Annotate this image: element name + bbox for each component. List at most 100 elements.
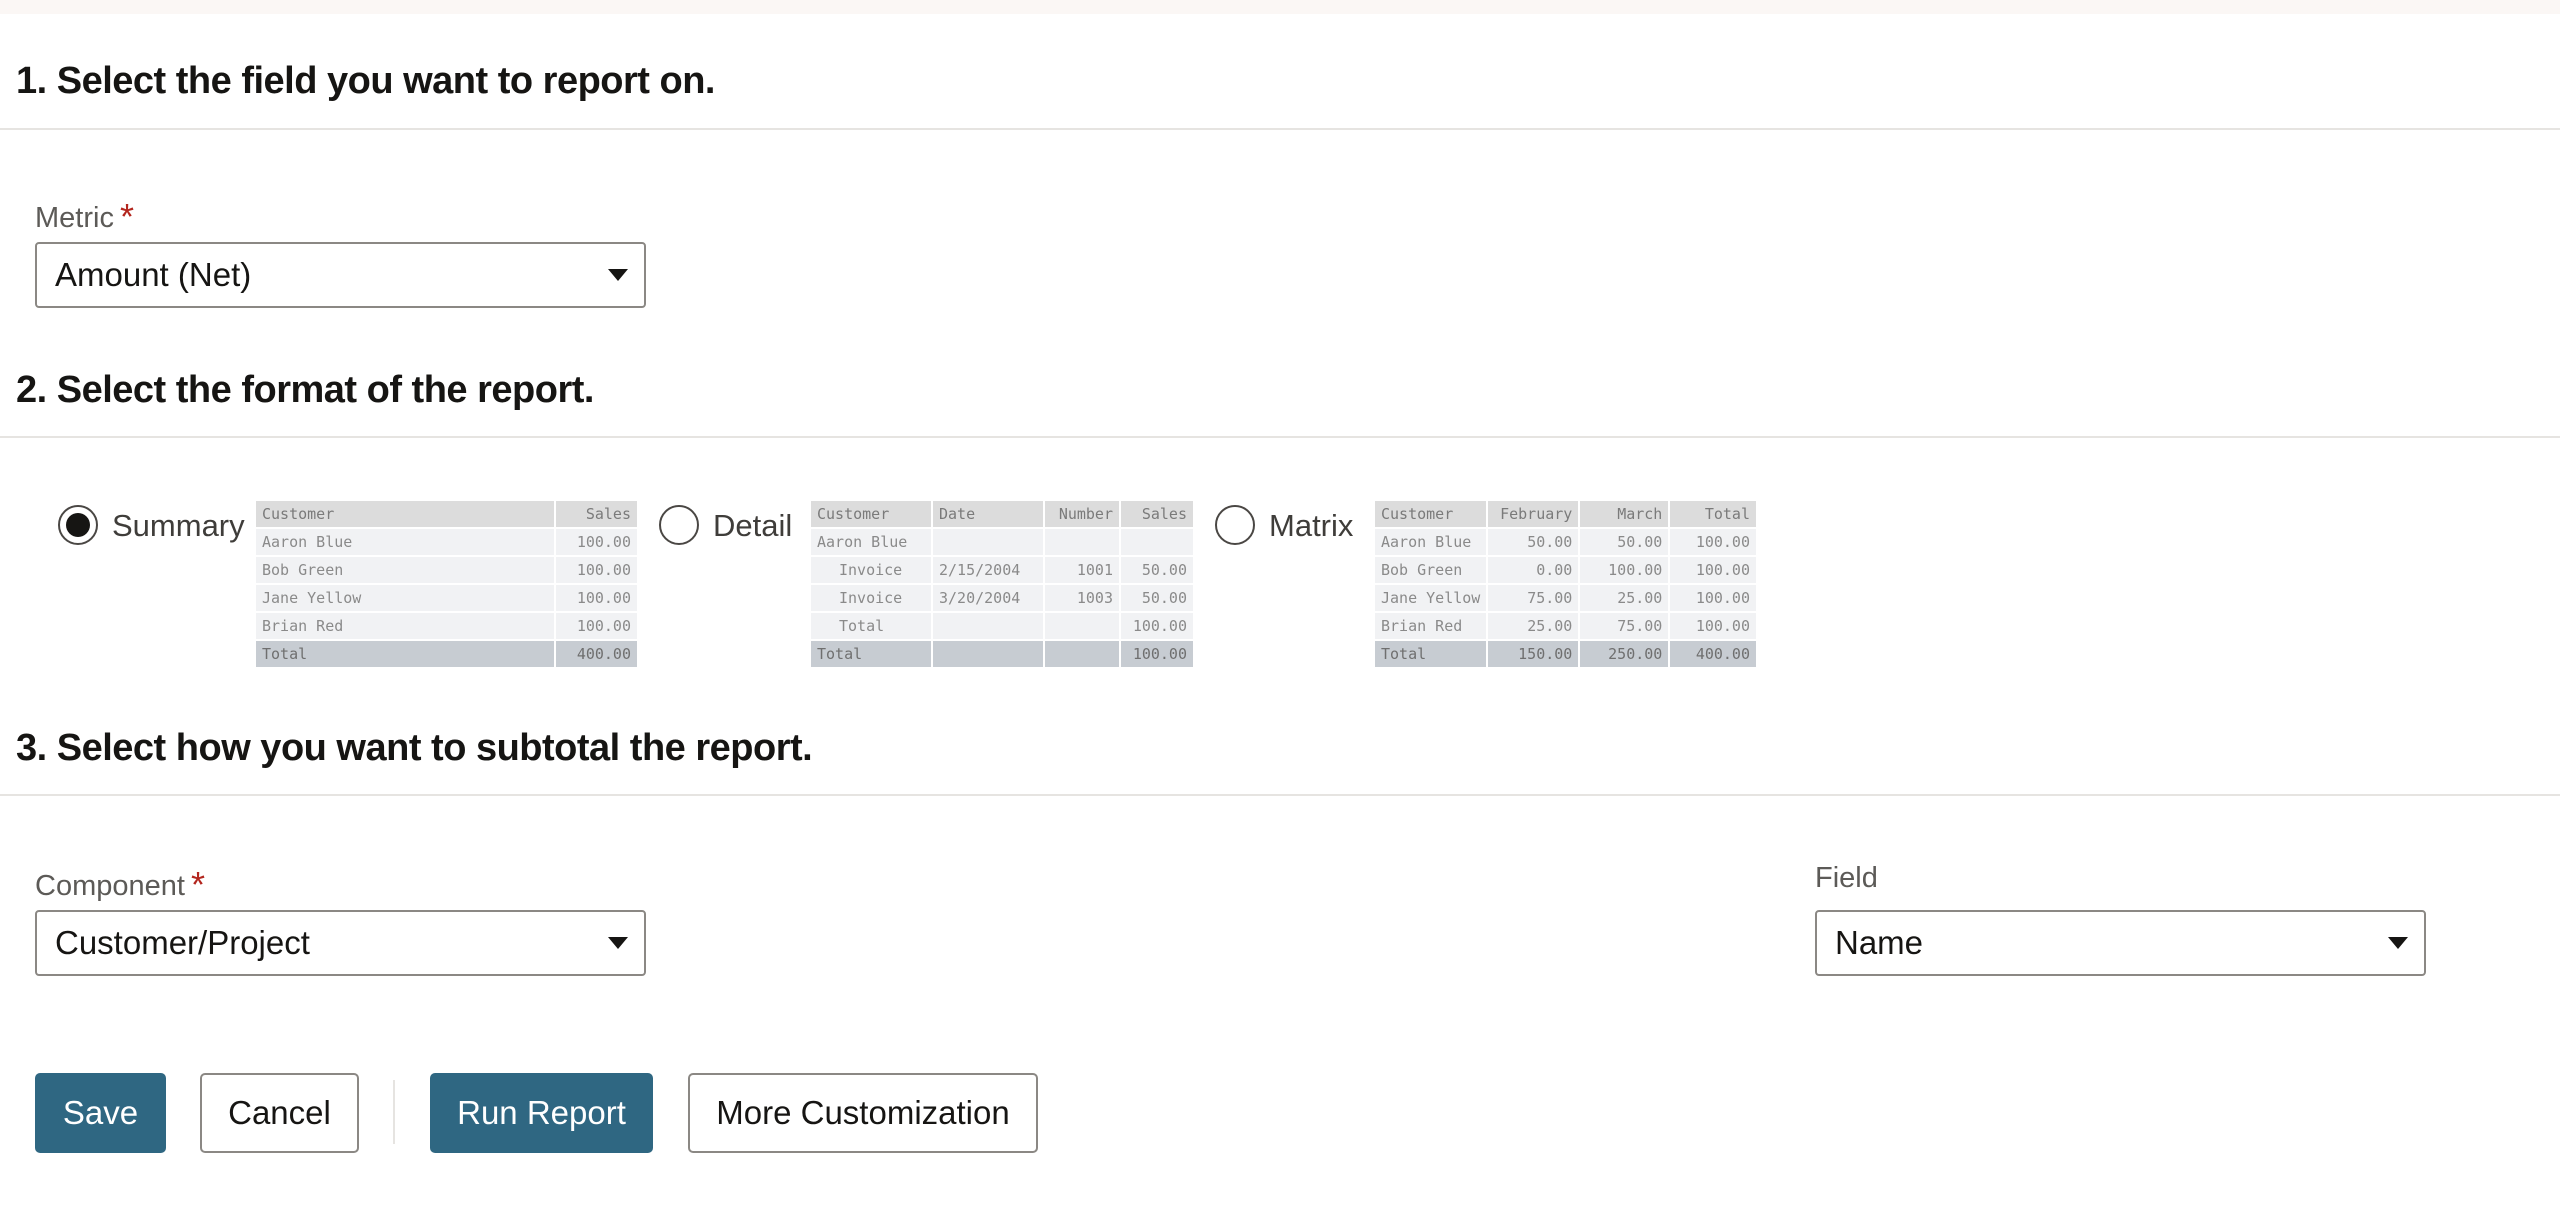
component-select[interactable]: Customer/Project — [35, 910, 646, 976]
table-cell — [1119, 527, 1195, 557]
table-row: Jane Yellow 100.00 — [254, 583, 639, 613]
table-cell: Bob Green — [1372, 555, 1489, 585]
table-cell: Date — [931, 499, 1045, 529]
table-row: Aaron Blue — [809, 527, 1195, 557]
table-cell: Jane Yellow — [1372, 583, 1489, 613]
table-cell: 0.00 — [1486, 555, 1581, 585]
table-cell: Customer — [254, 499, 556, 529]
table-row: Bob Green 0.00 100.00 100.00 — [1372, 555, 1758, 585]
table-row: Invoice 2/15/2004 1001 50.00 — [809, 555, 1195, 585]
cancel-button[interactable]: Cancel — [200, 1073, 359, 1153]
table-cell — [1043, 639, 1121, 669]
table-cell: Customer — [809, 499, 933, 529]
table-cell: 100.00 — [1668, 583, 1758, 613]
more-customization-button[interactable]: More Customization — [688, 1073, 1038, 1153]
table-cell: 3/20/2004 — [931, 583, 1045, 613]
table-cell: 50.00 — [1486, 527, 1581, 557]
component-label-text: Component — [35, 870, 185, 902]
table-cell: 25.00 — [1578, 583, 1671, 613]
component-select-value: Customer/Project — [55, 924, 310, 961]
table-cell: Aaron Blue — [809, 527, 933, 557]
table-cell: Brian Red — [1372, 611, 1489, 641]
table-cell: Invoice — [809, 555, 933, 585]
table-total-row: Total 150.00 250.00 400.00 — [1372, 639, 1758, 669]
table-cell: February — [1486, 499, 1581, 529]
table-row: Total 100.00 — [809, 611, 1195, 641]
table-cell: 50.00 — [1119, 555, 1195, 585]
table-cell: 1003 — [1043, 583, 1121, 613]
section-3-title: 3. Select how you want to subtotal the r… — [16, 727, 813, 769]
table-cell: 400.00 — [1668, 639, 1758, 669]
table-row: Brian Red 25.00 75.00 100.00 — [1372, 611, 1758, 641]
metric-select-value: Amount (Net) — [55, 256, 252, 293]
table-cell: Jane Yellow — [254, 583, 556, 613]
table-cell — [1043, 611, 1121, 641]
metric-label-text: Metric — [35, 202, 114, 234]
field-label: Field — [1815, 862, 1878, 895]
table-cell: 50.00 — [1578, 527, 1671, 557]
table-cell: 75.00 — [1486, 583, 1581, 613]
table-row: Bob Green 100.00 — [254, 555, 639, 585]
detail-radio-label[interactable]: Detail — [713, 508, 792, 544]
metric-select[interactable]: Amount (Net) — [35, 242, 646, 308]
chevron-down-icon — [608, 937, 628, 949]
section-1-divider — [0, 128, 2560, 130]
field-select-value: Name — [1835, 924, 1924, 961]
table-cell: Total — [1668, 499, 1758, 529]
table-row: Brian Red 100.00 — [254, 611, 639, 641]
component-required-asterisk: * — [190, 864, 205, 905]
table-cell: Sales — [1119, 499, 1195, 529]
table-cell — [931, 527, 1045, 557]
detail-radio[interactable] — [659, 505, 699, 545]
component-label: Component * — [35, 862, 205, 905]
table-row: Customer Sales — [254, 499, 639, 529]
table-cell: 1001 — [1043, 555, 1121, 585]
table-cell: 400.00 — [554, 639, 639, 669]
metric-required-asterisk: * — [119, 196, 134, 237]
table-cell: Aaron Blue — [1372, 527, 1489, 557]
table-cell: 100.00 — [554, 583, 639, 613]
metric-label: Metric * — [35, 194, 134, 237]
table-cell: Total — [1372, 639, 1489, 669]
table-cell: Total — [809, 611, 933, 641]
summary-radio-label[interactable]: Summary — [112, 508, 245, 544]
table-row: Customer Date Number Sales — [809, 499, 1195, 529]
table-cell: 75.00 — [1578, 611, 1671, 641]
table-cell: March — [1578, 499, 1671, 529]
section-2-divider — [0, 436, 2560, 438]
matrix-radio-label[interactable]: Matrix — [1269, 508, 1353, 544]
table-row: Customer February March Total — [1372, 499, 1758, 529]
table-cell: Sales — [554, 499, 639, 529]
save-button[interactable]: Save — [35, 1073, 166, 1153]
summary-radio[interactable] — [58, 505, 98, 545]
detail-sample-table: Customer Date Number Sales Aaron Blue In… — [809, 499, 1195, 669]
table-cell: Number — [1043, 499, 1121, 529]
table-cell — [1043, 527, 1121, 557]
table-cell: Customer — [1372, 499, 1489, 529]
table-cell: 25.00 — [1486, 611, 1581, 641]
table-row: Aaron Blue 100.00 — [254, 527, 639, 557]
table-row: Jane Yellow 75.00 25.00 100.00 — [1372, 583, 1758, 613]
table-cell: 2/15/2004 — [931, 555, 1045, 585]
run-report-button[interactable]: Run Report — [430, 1073, 653, 1153]
table-cell: Aaron Blue — [254, 527, 556, 557]
table-cell: 100.00 — [1668, 527, 1758, 557]
table-cell: 100.00 — [1668, 611, 1758, 641]
table-cell: 100.00 — [554, 555, 639, 585]
table-cell: 100.00 — [1668, 555, 1758, 585]
table-cell: 100.00 — [1119, 639, 1195, 669]
table-cell — [931, 639, 1045, 669]
matrix-radio[interactable] — [1215, 505, 1255, 545]
table-cell — [931, 611, 1045, 641]
table-total-row: Total 400.00 — [254, 639, 639, 669]
field-select[interactable]: Name — [1815, 910, 2426, 976]
section-1-title: 1. Select the field you want to report o… — [16, 60, 715, 102]
table-cell: Bob Green — [254, 555, 556, 585]
table-cell: Total — [809, 639, 933, 669]
table-total-row: Total 100.00 — [809, 639, 1195, 669]
chevron-down-icon — [608, 269, 628, 281]
table-cell: 250.00 — [1578, 639, 1671, 669]
button-separator — [393, 1080, 395, 1144]
table-cell: Total — [254, 639, 556, 669]
table-cell: 100.00 — [554, 611, 639, 641]
